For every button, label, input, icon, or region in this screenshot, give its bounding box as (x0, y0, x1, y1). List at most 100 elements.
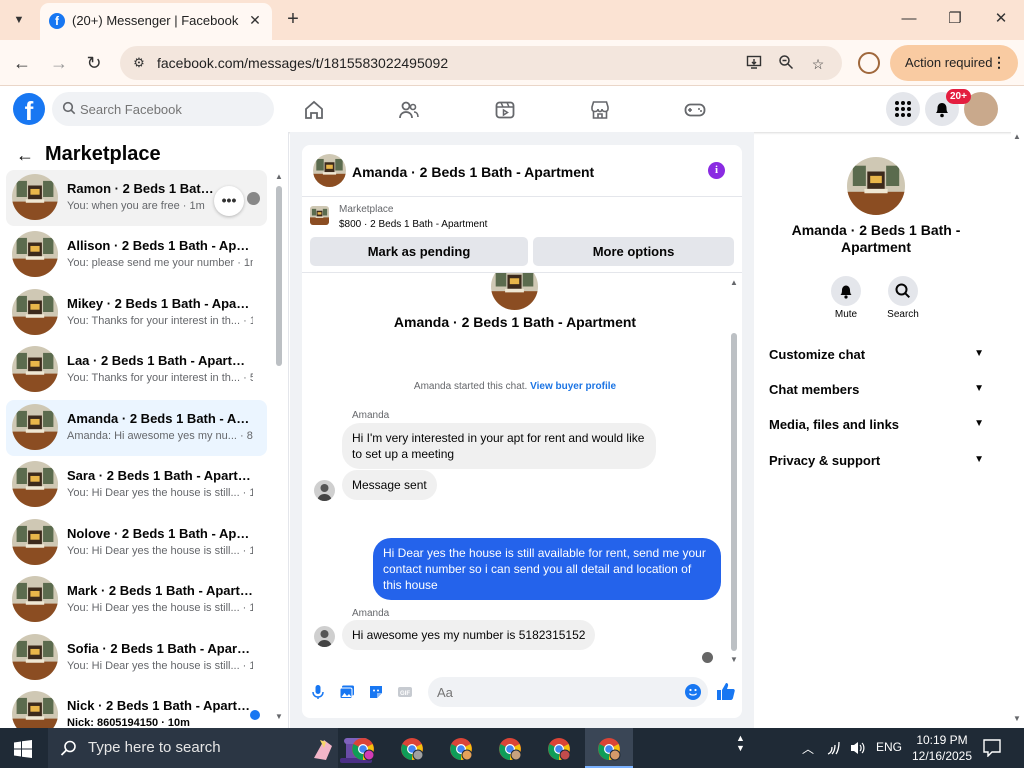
language-indicator[interactable]: ENG (876, 740, 902, 754)
chrome-taskbar-icon[interactable] (351, 737, 375, 761)
chat-avatar[interactable] (313, 154, 346, 187)
bookmark-star-icon[interactable]: ☆ (808, 54, 828, 74)
conversation-item[interactable]: Allison · 2 Beds 1 Bath - Apartment You: … (6, 227, 267, 283)
page-scrollbar[interactable]: ▲ ▼ (1011, 132, 1024, 728)
panel-avatar[interactable] (847, 157, 905, 215)
sender-avatar[interactable] (314, 626, 335, 647)
taskbar-clock[interactable]: 10:19 PM 12/16/2025 (910, 732, 974, 764)
customize-chat-item[interactable]: Customize chat ▼ (769, 347, 984, 367)
volume-icon[interactable] (849, 740, 867, 756)
sidebar-scroll-thumb[interactable] (276, 186, 282, 366)
more-options-icon[interactable]: ••• (214, 186, 244, 216)
message-bubble[interactable]: Hi awesome yes my number is 5182315152 (342, 620, 596, 650)
site-info-icon[interactable]: ⚙ (130, 54, 148, 72)
mute-button[interactable] (831, 276, 861, 306)
address-bar[interactable]: ⚙ facebook.com/messages/t/18155830224950… (120, 46, 842, 80)
reload-button[interactable]: ↻ (82, 51, 106, 75)
thread-avatar[interactable] (491, 273, 538, 310)
scroll-down-icon[interactable]: ▼ (275, 712, 283, 721)
sidebar-scrollbar[interactable]: ▲ ▼ (275, 172, 283, 721)
emoji-icon[interactable] (685, 684, 701, 700)
back-arrow-icon[interactable]: ← (16, 145, 34, 166)
chrome-taskbar-icon[interactable] (498, 737, 522, 761)
info-icon[interactable]: i (708, 162, 725, 179)
notification-center-icon[interactable] (983, 739, 1001, 757)
chrome-taskbar-icon[interactable] (449, 737, 473, 761)
more-options-button[interactable]: More options (533, 237, 734, 266)
close-window-button[interactable]: ✕ (990, 8, 1012, 30)
chat-members-item[interactable]: Chat members ▼ (769, 382, 984, 402)
network-icon[interactable] (826, 740, 844, 756)
conversation-item[interactable]: Ramon · 2 Beds 1 Bath - ApartmentYou: wh… (6, 170, 267, 226)
facebook-logo-icon[interactable]: f (13, 93, 45, 125)
close-tab-icon[interactable]: ✕ (246, 11, 264, 29)
chat-scrollbar[interactable]: ▲ ▼ (730, 278, 738, 664)
photo-icon[interactable] (339, 684, 355, 700)
back-button[interactable]: ← (10, 51, 34, 75)
conversation-item[interactable]: Sofia · 2 Beds 1 Bath - Apartment You: Hi… (6, 630, 267, 686)
home-icon[interactable] (303, 99, 325, 121)
my-message-bubble[interactable]: Hi Dear yes the house is still available… (373, 538, 721, 600)
scroll-up-icon[interactable]: ▲ (730, 278, 738, 287)
conversation-item[interactable]: Nick · 2 Beds 1 Bath - Apartment Nick: 86… (6, 687, 267, 728)
scroll-up-icon[interactable]: ▲ (1013, 132, 1021, 141)
chrome-taskbar-icon[interactable] (547, 737, 571, 761)
restore-button[interactable]: ❐ (944, 8, 966, 30)
conversation-item[interactable]: Nolove · 2 Beds 1 Bath - Apartment You: H… (6, 515, 267, 571)
windows-start-icon[interactable] (14, 740, 32, 758)
profile-icon[interactable] (858, 52, 880, 74)
conversation-item[interactable]: Mark · 2 Beds 1 Bath - Apartment You: Hi … (6, 572, 267, 628)
show-hidden-icons-icon[interactable]: ︿ (802, 740, 814, 757)
chrome-taskbar-icon[interactable] (597, 737, 621, 761)
conversation-name: Laa · 2 Beds 1 Bath - Apartment (67, 353, 253, 368)
new-tab-button[interactable]: + (282, 8, 304, 30)
privacy-support-item[interactable]: Privacy & support ▼ (769, 453, 984, 473)
scroll-up-icon[interactable]: ▲ (275, 172, 283, 181)
chrome-taskbar-icon[interactable] (400, 737, 424, 761)
facebook-search[interactable] (52, 92, 274, 126)
tray-scroll-icon[interactable]: ▲ ▼ (736, 733, 745, 753)
app-tray-icon[interactable] (760, 738, 778, 758)
zoom-icon[interactable] (776, 54, 796, 74)
video-icon[interactable] (494, 99, 516, 121)
facebook-search-input[interactable] (80, 92, 260, 126)
listing-banner[interactable]: Marketplace $800 · 2 Beds 1 Bath - Apart… (302, 198, 742, 234)
tab-search-button[interactable]: ▼ (7, 9, 31, 31)
taskbar-search[interactable]: Type here to search (48, 728, 372, 768)
conversation-item[interactable]: Mikey · 2 Beds 1 Bath - Apartment You: Th… (6, 285, 267, 341)
chat-title[interactable]: Amanda · 2 Beds 1 Bath - Apartment (352, 164, 594, 180)
conversation-avatar (12, 691, 58, 728)
gif-icon[interactable]: GIF (397, 684, 413, 700)
friends-icon[interactable] (398, 99, 420, 121)
thumbs-up-icon[interactable] (715, 680, 737, 702)
apartment-photo-icon (12, 519, 58, 565)
gaming-icon[interactable] (684, 99, 706, 121)
active-tab[interactable]: f (20+) Messenger | Facebook ✕ (40, 3, 272, 40)
search-conversation-button[interactable] (888, 276, 918, 306)
forward-button[interactable]: → (47, 51, 71, 75)
conversation-item[interactable]: Amanda · 2 Beds 1 Bath - Apartment Amanda… (6, 400, 267, 456)
marketplace-icon[interactable] (589, 99, 611, 121)
conversation-item[interactable]: Laa · 2 Beds 1 Bath - Apartment You: Than… (6, 342, 267, 398)
message-bubble[interactable]: Message sent (342, 470, 437, 500)
action-required-button[interactable]: Action required ⋮ (890, 45, 1018, 81)
sender-avatar[interactable] (314, 480, 335, 501)
scroll-down-icon[interactable]: ▼ (1013, 714, 1021, 723)
media-files-links-item[interactable]: Media, files and links ▼ (769, 417, 984, 437)
minimize-button[interactable]: — (898, 8, 920, 30)
conversation-preview: You: Hi Dear yes the house is still... ·… (67, 660, 253, 672)
install-app-icon[interactable] (744, 54, 764, 74)
chat-scroll-thumb[interactable] (731, 333, 737, 651)
view-buyer-profile-link[interactable]: View buyer profile (530, 381, 616, 392)
chat-header[interactable]: Amanda · 2 Beds 1 Bath - Apartment i (302, 145, 742, 197)
message-input[interactable] (428, 677, 708, 707)
conversation-item[interactable]: Sara · 2 Beds 1 Bath - Apartment You: Hi … (6, 457, 267, 513)
message-bubble[interactable]: Hi I'm very interested in your apt for r… (342, 423, 656, 469)
menu-button[interactable] (886, 92, 920, 126)
search-icon (895, 283, 911, 299)
scroll-down-icon[interactable]: ▼ (730, 655, 738, 664)
microphone-icon[interactable] (310, 684, 326, 700)
mark-pending-button[interactable]: Mark as pending (310, 237, 528, 266)
sticker-icon[interactable] (368, 684, 384, 700)
conversation-preview: Nick: 8605194150 · 10m (67, 717, 190, 728)
